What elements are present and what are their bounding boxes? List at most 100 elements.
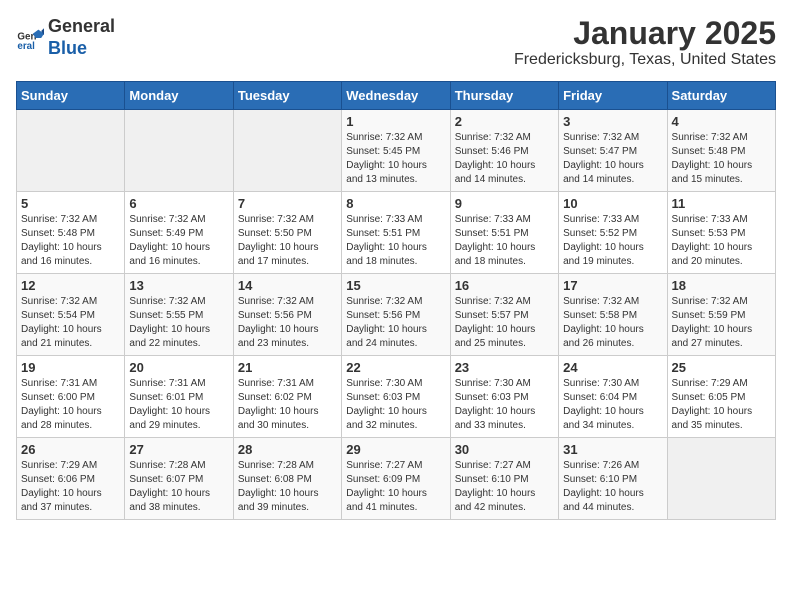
logo-line2: Blue bbox=[48, 38, 87, 58]
title-block: January 2025 Fredericksburg, Texas, Unit… bbox=[514, 16, 776, 69]
day-info: Sunrise: 7:32 AM Sunset: 5:55 PM Dayligh… bbox=[129, 295, 228, 351]
day-cell: 18Sunrise: 7:32 AM Sunset: 5:59 PM Dayli… bbox=[667, 274, 775, 356]
weekday-header-tuesday: Tuesday bbox=[233, 82, 341, 110]
logo-text: General Blue bbox=[48, 16, 115, 59]
day-info: Sunrise: 7:32 AM Sunset: 5:49 PM Dayligh… bbox=[129, 213, 228, 269]
page-header: Gen eral General Blue January 2025 Frede… bbox=[16, 16, 776, 69]
day-info: Sunrise: 7:32 AM Sunset: 5:50 PM Dayligh… bbox=[238, 213, 337, 269]
week-row-2: 5 Sunrise: 7:32 AM Sunset: 5:48 PM Daylig… bbox=[17, 192, 776, 274]
day-info: Sunrise: 7:32 AM Sunset: 5:47 PM Dayligh… bbox=[563, 131, 662, 187]
day-number: 10 bbox=[563, 196, 662, 211]
day-number: 9 bbox=[455, 196, 554, 211]
day-info: Sunrise: 7:33 AM Sunset: 5:52 PM Dayligh… bbox=[563, 213, 662, 269]
day-info: Sunrise: 7:31 AM Sunset: 6:01 PM Dayligh… bbox=[129, 377, 228, 433]
day-cell bbox=[667, 438, 775, 520]
day-info: Sunrise: 7:29 AM Sunset: 6:06 PM Dayligh… bbox=[21, 459, 120, 515]
day-info: Sunrise: 7:32 AM Sunset: 5:48 PM Dayligh… bbox=[672, 131, 771, 187]
day-number: 25 bbox=[672, 360, 771, 375]
day-number: 21 bbox=[238, 360, 337, 375]
day-cell: 19 Sunrise: 7:31 AM Sunset: 6:00 PM Dayli… bbox=[17, 356, 125, 438]
day-info: Sunrise: 7:30 AM Sunset: 6:04 PM Dayligh… bbox=[563, 377, 662, 433]
day-info: Sunrise: 7:31 AM Sunset: 6:00 PM Dayligh… bbox=[21, 377, 120, 433]
day-number: 2 bbox=[455, 114, 554, 129]
day-cell: 23 Sunrise: 7:30 AM Sunset: 6:03 PM Dayli… bbox=[450, 356, 558, 438]
day-number: 8 bbox=[346, 196, 445, 211]
logo: Gen eral General Blue bbox=[16, 16, 115, 59]
day-cell: 31Sunrise: 7:26 AM Sunset: 6:10 PM Dayli… bbox=[559, 438, 667, 520]
logo-icon: Gen eral bbox=[16, 24, 44, 52]
day-cell: 2 Sunrise: 7:32 AM Sunset: 5:46 PM Daylig… bbox=[450, 110, 558, 192]
week-row-1: 1 Sunrise: 7:32 AM Sunset: 5:45 PM Daylig… bbox=[17, 110, 776, 192]
day-info: Sunrise: 7:32 AM Sunset: 5:54 PM Dayligh… bbox=[21, 295, 120, 351]
weekday-header-thursday: Thursday bbox=[450, 82, 558, 110]
day-cell: 25 Sunrise: 7:29 AM Sunset: 6:05 PM Dayli… bbox=[667, 356, 775, 438]
day-number: 16 bbox=[455, 278, 554, 293]
calendar-table: SundayMondayTuesdayWednesdayThursdayFrid… bbox=[16, 81, 776, 520]
day-cell bbox=[17, 110, 125, 192]
day-number: 28 bbox=[238, 442, 337, 457]
day-info: Sunrise: 7:27 AM Sunset: 6:09 PM Dayligh… bbox=[346, 459, 445, 515]
calendar-subtitle: Fredericksburg, Texas, United States bbox=[514, 51, 776, 69]
day-info: Sunrise: 7:26 AM Sunset: 6:10 PM Dayligh… bbox=[563, 459, 662, 515]
day-number: 5 bbox=[21, 196, 120, 211]
day-cell: 24 Sunrise: 7:30 AM Sunset: 6:04 PM Dayli… bbox=[559, 356, 667, 438]
week-row-4: 19 Sunrise: 7:31 AM Sunset: 6:00 PM Dayli… bbox=[17, 356, 776, 438]
day-info: Sunrise: 7:32 AM Sunset: 5:45 PM Dayligh… bbox=[346, 131, 445, 187]
day-number: 23 bbox=[455, 360, 554, 375]
day-number: 24 bbox=[563, 360, 662, 375]
day-cell: 6 Sunrise: 7:32 AM Sunset: 5:49 PM Daylig… bbox=[125, 192, 233, 274]
day-number: 29 bbox=[346, 442, 445, 457]
day-number: 15 bbox=[346, 278, 445, 293]
day-cell: 26 Sunrise: 7:29 AM Sunset: 6:06 PM Dayli… bbox=[17, 438, 125, 520]
day-number: 26 bbox=[21, 442, 120, 457]
day-number: 7 bbox=[238, 196, 337, 211]
svg-text:eral: eral bbox=[17, 41, 35, 52]
day-cell: 5 Sunrise: 7:32 AM Sunset: 5:48 PM Daylig… bbox=[17, 192, 125, 274]
day-info: Sunrise: 7:32 AM Sunset: 5:46 PM Dayligh… bbox=[455, 131, 554, 187]
day-cell: 4 Sunrise: 7:32 AM Sunset: 5:48 PM Daylig… bbox=[667, 110, 775, 192]
day-cell: 17Sunrise: 7:32 AM Sunset: 5:58 PM Dayli… bbox=[559, 274, 667, 356]
day-info: Sunrise: 7:33 AM Sunset: 5:51 PM Dayligh… bbox=[455, 213, 554, 269]
logo-line1: General bbox=[48, 16, 115, 36]
day-cell: 16 Sunrise: 7:32 AM Sunset: 5:57 PM Dayli… bbox=[450, 274, 558, 356]
day-cell: 22 Sunrise: 7:30 AM Sunset: 6:03 PM Dayli… bbox=[342, 356, 450, 438]
day-number: 20 bbox=[129, 360, 228, 375]
day-number: 27 bbox=[129, 442, 228, 457]
day-cell: 3 Sunrise: 7:32 AM Sunset: 5:47 PM Daylig… bbox=[559, 110, 667, 192]
day-cell: 1 Sunrise: 7:32 AM Sunset: 5:45 PM Daylig… bbox=[342, 110, 450, 192]
weekday-header-sunday: Sunday bbox=[17, 82, 125, 110]
weekday-header-saturday: Saturday bbox=[667, 82, 775, 110]
day-cell: 27Sunrise: 7:28 AM Sunset: 6:07 PM Dayli… bbox=[125, 438, 233, 520]
day-number: 14 bbox=[238, 278, 337, 293]
day-number: 1 bbox=[346, 114, 445, 129]
day-info: Sunrise: 7:32 AM Sunset: 5:48 PM Dayligh… bbox=[21, 213, 120, 269]
day-info: Sunrise: 7:30 AM Sunset: 6:03 PM Dayligh… bbox=[346, 377, 445, 433]
day-info: Sunrise: 7:32 AM Sunset: 5:57 PM Dayligh… bbox=[455, 295, 554, 351]
week-row-5: 26 Sunrise: 7:29 AM Sunset: 6:06 PM Dayli… bbox=[17, 438, 776, 520]
day-cell: 14Sunrise: 7:32 AM Sunset: 5:56 PM Dayli… bbox=[233, 274, 341, 356]
day-info: Sunrise: 7:30 AM Sunset: 6:03 PM Dayligh… bbox=[455, 377, 554, 433]
day-info: Sunrise: 7:29 AM Sunset: 6:05 PM Dayligh… bbox=[672, 377, 771, 433]
day-cell: 10 Sunrise: 7:33 AM Sunset: 5:52 PM Dayli… bbox=[559, 192, 667, 274]
day-cell: 30 Sunrise: 7:27 AM Sunset: 6:10 PM Dayli… bbox=[450, 438, 558, 520]
day-number: 11 bbox=[672, 196, 771, 211]
day-cell: 8Sunrise: 7:33 AM Sunset: 5:51 PM Daylig… bbox=[342, 192, 450, 274]
week-row-3: 12Sunrise: 7:32 AM Sunset: 5:54 PM Dayli… bbox=[17, 274, 776, 356]
day-cell bbox=[125, 110, 233, 192]
day-number: 3 bbox=[563, 114, 662, 129]
day-cell: 12Sunrise: 7:32 AM Sunset: 5:54 PM Dayli… bbox=[17, 274, 125, 356]
day-cell bbox=[233, 110, 341, 192]
day-number: 13 bbox=[129, 278, 228, 293]
day-number: 19 bbox=[21, 360, 120, 375]
day-cell: 13 Sunrise: 7:32 AM Sunset: 5:55 PM Dayli… bbox=[125, 274, 233, 356]
day-cell: 20 Sunrise: 7:31 AM Sunset: 6:01 PM Dayli… bbox=[125, 356, 233, 438]
day-info: Sunrise: 7:27 AM Sunset: 6:10 PM Dayligh… bbox=[455, 459, 554, 515]
day-number: 4 bbox=[672, 114, 771, 129]
day-number: 6 bbox=[129, 196, 228, 211]
day-number: 18 bbox=[672, 278, 771, 293]
calendar-title: January 2025 bbox=[514, 16, 776, 51]
day-number: 22 bbox=[346, 360, 445, 375]
weekday-header-monday: Monday bbox=[125, 82, 233, 110]
weekday-header-wednesday: Wednesday bbox=[342, 82, 450, 110]
day-number: 30 bbox=[455, 442, 554, 457]
